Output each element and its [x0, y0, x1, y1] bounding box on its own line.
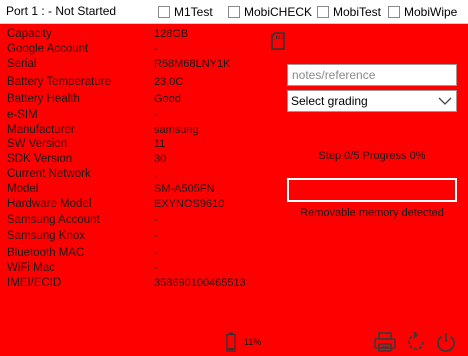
info-label: Google Account [7, 43, 89, 55]
info-row-manufacturer: Manufacturer samsung [0, 124, 280, 138]
info-row-current-network: Current Network , [0, 168, 280, 182]
info-value: 358690100465513 [154, 277, 246, 289]
info-row-sw-version: SW Version 11 [0, 138, 280, 152]
info-value: - [154, 214, 158, 226]
info-row-samsung-account: Samsung Account - [0, 214, 280, 228]
refresh-icon[interactable] [404, 330, 428, 354]
battery-icon [226, 332, 236, 352]
option-mobicheck[interactable]: MobiCHECK [228, 4, 312, 20]
info-label: Manufacturer [7, 124, 75, 136]
info-value: 128GB [154, 28, 189, 40]
option-mobiwipe[interactable]: MobiWipe [388, 4, 457, 20]
m1test-label: M1Test [174, 5, 213, 19]
info-value: 23,0C [154, 76, 184, 88]
info-value: samsung [154, 124, 199, 136]
info-value: - [154, 247, 158, 259]
info-label: Current Network [7, 168, 91, 180]
option-mobitest[interactable]: MobiTest [317, 4, 381, 20]
info-label: Serial [7, 58, 37, 70]
info-label: Samsung Account [7, 214, 100, 226]
info-row-esim: e-SIM - [0, 109, 280, 123]
info-row-wifi-mac: WiFi Mac - [0, 262, 280, 276]
mobiwipe-checkbox[interactable] [388, 6, 400, 18]
info-label: Samsung Knox [7, 230, 85, 242]
info-value: - [154, 262, 158, 274]
info-label: Capacity [7, 28, 52, 40]
info-value: R58M68LNY1K [154, 58, 231, 70]
chevron-down-icon [438, 97, 452, 105]
info-row-bluetooth-mac: Bluetooth MAC - [0, 247, 280, 261]
info-value: Good [154, 93, 181, 105]
info-label: Battery Health [7, 93, 80, 105]
info-label: Model [7, 183, 39, 195]
mobicheck-label: MobiCHECK [244, 5, 313, 19]
info-value: 30 [154, 153, 167, 165]
option-m1test[interactable]: M1Test [158, 4, 213, 20]
mobitest-checkbox[interactable] [317, 6, 329, 18]
removable-memory-status: Removable memory detected [300, 207, 444, 219]
step-progress-text: Step 0/5 Progress 0% [318, 150, 426, 162]
info-row-battery-health: Battery Health Good [0, 93, 280, 107]
info-label: Bluetooth MAC [7, 247, 85, 259]
info-row-serial: Serial R58M68LNY1K [0, 58, 280, 72]
info-label: IMEI/ECID [7, 277, 62, 289]
printer-icon[interactable] [373, 330, 397, 354]
battery-level-text: 11% [244, 337, 262, 347]
info-value: SM-A505FN [154, 183, 215, 195]
info-value: 11 [154, 138, 166, 150]
info-row-imei: IMEI/ECID 358690100465513 [0, 277, 280, 291]
power-icon[interactable] [434, 330, 458, 354]
info-row-google-account: Google Account - [0, 43, 280, 57]
info-label: Battery Temperature [7, 76, 111, 88]
info-label: Hardware Model [7, 198, 92, 210]
sd-card-icon [271, 32, 285, 50]
mobitest-label: MobiTest [333, 5, 382, 19]
mobicheck-checkbox[interactable] [228, 6, 240, 18]
mobiwipe-label: MobiWipe [404, 5, 458, 19]
info-label: WiFi Mac [7, 262, 55, 274]
info-value: - [154, 230, 158, 242]
info-value: EXYNOS9610 [154, 198, 225, 210]
port-title: Port 1 : - Not Started [6, 4, 117, 18]
m1test-checkbox[interactable] [158, 6, 170, 18]
port-header: Port 1 : - Not Started M1Test MobiCHECK … [0, 0, 468, 24]
grading-select-value: Select grading [291, 94, 368, 108]
info-row-capacity: Capacity 128GB [0, 28, 280, 42]
info-row-hardware-model: Hardware Model EXYNOS9610 [0, 198, 280, 212]
info-row-battery-temperature: Battery Temperature 23,0C [0, 76, 280, 90]
info-label: SDK Version [7, 153, 73, 165]
info-row-samsung-knox: Samsung Knox - [0, 230, 280, 244]
device-panel: Capacity 128GB Google Account - Serial R… [0, 24, 468, 356]
info-row-sdk-version: SDK Version 30 [0, 153, 280, 167]
info-row-model: Model SM-A505FN [0, 183, 280, 197]
info-value: - [154, 109, 158, 121]
progress-bar [287, 178, 457, 202]
notes-input[interactable] [287, 64, 457, 86]
grading-select[interactable]: Select grading [287, 90, 457, 112]
info-label: e-SIM [7, 109, 38, 121]
info-value: , [154, 168, 158, 180]
info-value: - [154, 43, 158, 55]
info-label: SW Version [7, 138, 68, 150]
